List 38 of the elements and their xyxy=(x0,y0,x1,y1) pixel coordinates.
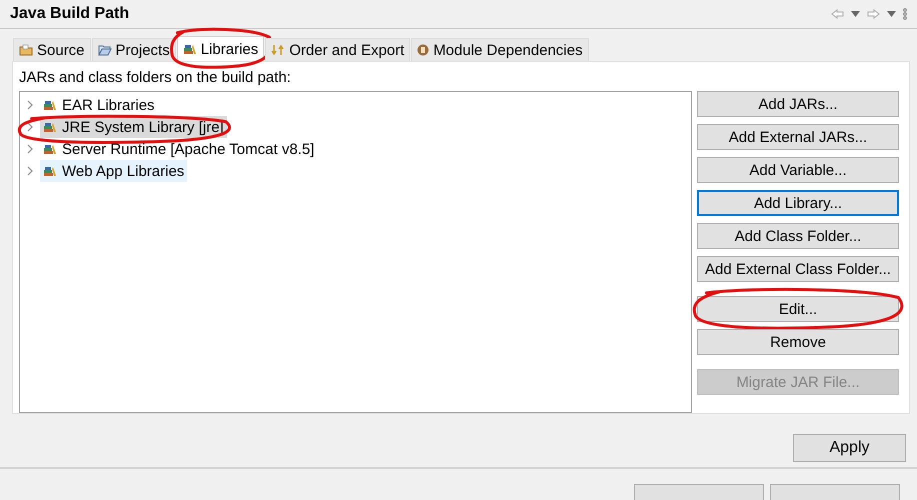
action-button[interactable]: Add External Class Folder... xyxy=(697,256,899,282)
action-button[interactable]: Add Class Folder... xyxy=(697,223,899,249)
section-label: JARs and class folders on the build path: xyxy=(19,68,292,88)
dropdown-icon[interactable] xyxy=(851,11,860,17)
library-icon xyxy=(182,43,197,55)
action-button[interactable]: Add Variable... xyxy=(697,157,899,183)
tab[interactable]: Projects xyxy=(92,38,176,61)
action-button[interactable]: Add Library... xyxy=(697,190,899,216)
tree-item[interactable]: Server Runtime [Apache Tomcat v8.5] xyxy=(40,138,318,160)
folder-icon xyxy=(98,44,112,56)
more-options-icon[interactable] xyxy=(903,8,907,20)
tree-item[interactable]: Web App Libraries xyxy=(40,160,188,182)
tree-item-label: Server Runtime [Apache Tomcat v8.5] xyxy=(62,140,314,158)
library-icon xyxy=(43,121,57,133)
arrows-icon xyxy=(271,44,286,56)
tree-item-label: EAR Libraries xyxy=(62,96,155,114)
dialog-button[interactable] xyxy=(634,484,764,500)
library-icon xyxy=(43,99,57,111)
folder-icon xyxy=(19,44,33,56)
tab[interactable]: Order and Export xyxy=(265,38,410,61)
tree-item[interactable]: EAR Libraries xyxy=(40,94,158,116)
action-button[interactable]: Remove xyxy=(697,329,899,355)
dialog-button[interactable] xyxy=(770,484,900,500)
back-arrow-icon[interactable] xyxy=(831,9,844,19)
forward-arrow-icon[interactable] xyxy=(867,9,880,19)
dropdown-icon[interactable] xyxy=(887,11,896,17)
window-title: Java Build Path xyxy=(10,5,130,23)
library-icon xyxy=(43,165,57,177)
module-icon xyxy=(417,44,430,56)
tab[interactable]: Source xyxy=(13,38,91,61)
tree-item-label: Web App Libraries xyxy=(62,162,184,180)
tab[interactable]: Libraries xyxy=(176,36,264,61)
action-button[interactable]: Add JARs... xyxy=(697,91,899,117)
action-button[interactable]: Edit... xyxy=(697,296,899,322)
tab[interactable]: Module Dependencies xyxy=(411,38,589,61)
action-button[interactable]: Add External JARs... xyxy=(697,124,899,150)
library-icon xyxy=(43,143,57,155)
apply-button[interactable]: Apply xyxy=(793,434,906,462)
